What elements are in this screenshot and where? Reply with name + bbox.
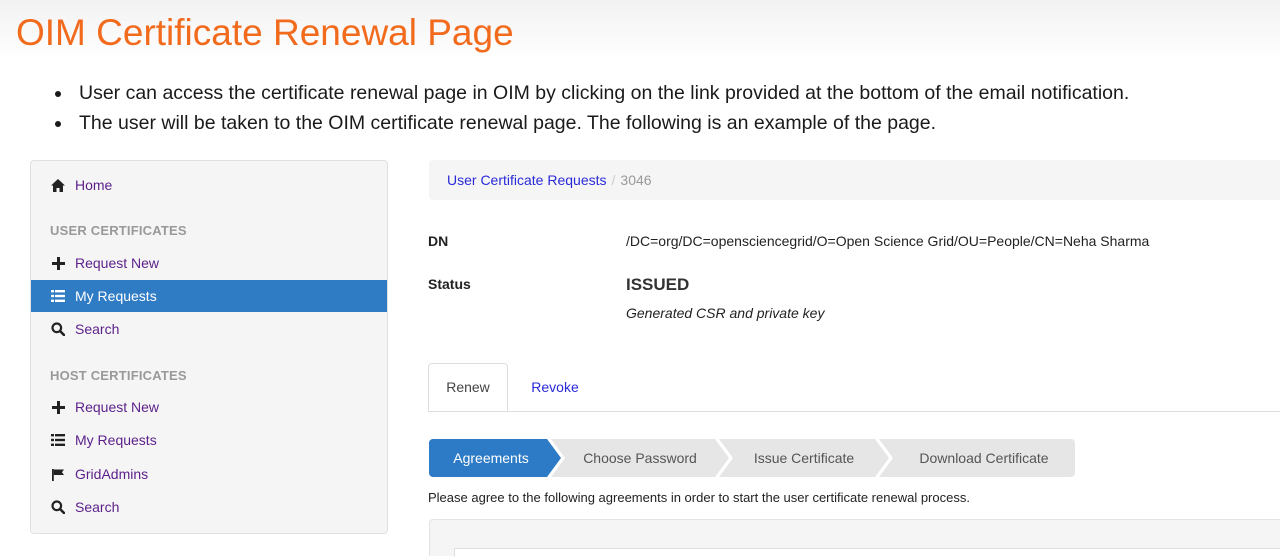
plus-icon — [50, 255, 66, 271]
flag-icon — [50, 466, 66, 482]
slide-bullet-list: User can access the certificate renewal … — [52, 78, 1129, 138]
slide-title: OIM Certificate Renewal Page — [16, 12, 514, 53]
agreement-prompt: Please agree to the following agreements… — [428, 490, 970, 505]
search-icon — [50, 321, 66, 337]
step-issue-certificate[interactable]: Issue Certificate — [719, 439, 889, 477]
dn-label: DN — [428, 233, 449, 249]
sidebar-item-label: Home — [75, 177, 113, 193]
sidebar-item-label: Search — [75, 499, 120, 515]
tab-renew[interactable]: Renew — [428, 363, 508, 411]
status-value: ISSUED — [626, 275, 690, 294]
slide-bullet: User can access the certificate renewal … — [52, 78, 1129, 108]
tabs-divider — [428, 411, 1280, 412]
step-label: Choose Password — [583, 450, 697, 466]
sidebar-item-label: My Requests — [75, 288, 157, 304]
sidebar-item-host-my-requests[interactable]: My Requests — [31, 424, 387, 456]
slide-bullet: The user will be taken to the OIM certif… — [52, 108, 1129, 138]
step-label: Download Certificate — [919, 450, 1049, 466]
breadcrumb-link-user-certificate-requests[interactable]: User Certificate Requests — [447, 172, 607, 188]
breadcrumb-separator: / — [611, 172, 616, 188]
sidebar-nav: Home USER CERTIFICATES Request New My Re… — [30, 160, 388, 534]
tab-revoke[interactable]: Revoke — [516, 363, 594, 411]
sidebar-item-host-request-new[interactable]: Request New — [31, 391, 387, 423]
sidebar-item-label: Search — [75, 321, 120, 337]
sidebar-item-host-search[interactable]: Search — [31, 491, 387, 523]
status-label: Status — [428, 276, 471, 292]
sidebar-item-user-search[interactable]: Search — [31, 313, 387, 345]
breadcrumb: User Certificate Requests / 3046 — [429, 160, 1280, 200]
step-download-certificate[interactable]: Download Certificate — [879, 439, 1075, 477]
sidebar-item-host-gridadmins[interactable]: GridAdmins — [31, 458, 387, 490]
list-icon — [50, 432, 66, 448]
sidebar-section-header: USER CERTIFICATES — [50, 223, 187, 238]
sidebar-item-label: Request New — [75, 399, 160, 415]
breadcrumb-current: 3046 — [620, 172, 652, 188]
step-choose-password[interactable]: Choose Password — [551, 439, 729, 477]
plus-icon — [50, 399, 66, 415]
sidebar-item-user-my-requests[interactable]: My Requests — [31, 280, 387, 312]
search-icon — [50, 499, 66, 515]
sidebar-item-home[interactable]: Home — [31, 169, 387, 201]
sidebar-item-label: Request New — [75, 255, 160, 271]
sidebar-item-label: GridAdmins — [75, 466, 149, 482]
list-icon — [50, 288, 66, 304]
dn-value: /DC=org/DC=opensciencegrid/O=Open Scienc… — [626, 233, 1150, 249]
step-agreements[interactable]: Agreements — [429, 439, 561, 477]
sidebar-item-user-request-new[interactable]: Request New — [31, 247, 387, 279]
step-label: Issue Certificate — [753, 450, 855, 466]
sidebar-item-label: My Requests — [75, 432, 157, 448]
status-note: Generated CSR and private key — [626, 305, 825, 321]
home-icon — [50, 177, 66, 193]
sidebar-section-header: HOST CERTIFICATES — [50, 368, 187, 383]
step-label: Agreements — [453, 450, 529, 466]
